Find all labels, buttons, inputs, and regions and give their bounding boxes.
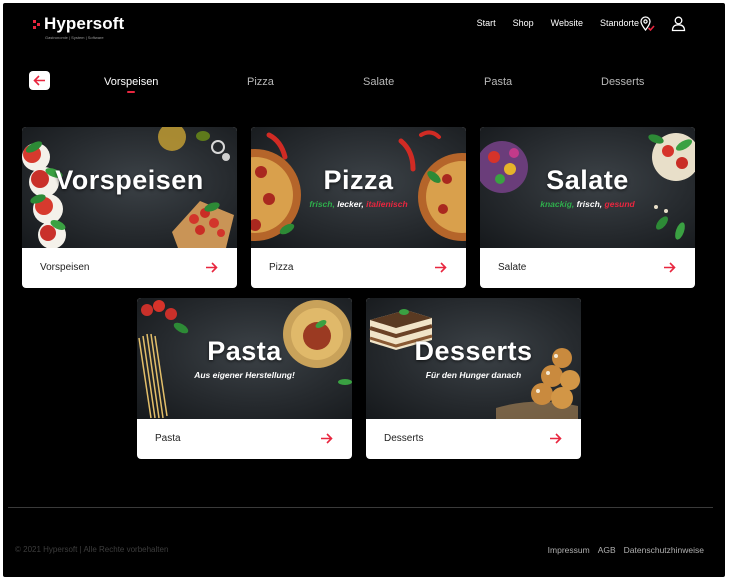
- card-image-title: Desserts: [414, 336, 533, 366]
- card-footer: Desserts: [366, 419, 581, 459]
- nav-shop[interactable]: Shop: [513, 18, 534, 28]
- card-label-desserts: Desserts: [384, 433, 424, 444]
- tab-salate[interactable]: Salate: [363, 76, 394, 88]
- category-card-desserts[interactable]: Desserts Für den Hunger danach Desserts: [366, 298, 581, 459]
- nav-start[interactable]: Start: [477, 18, 496, 28]
- tab-pizza[interactable]: Pizza: [247, 76, 274, 88]
- card-label-pizza: Pizza: [269, 262, 294, 273]
- footer-link-impressum[interactable]: Impressum: [548, 545, 590, 555]
- arrow-right-icon: [664, 262, 676, 273]
- footer-links: Impressum AGB Datenschutzhinweise: [548, 545, 704, 555]
- card-label-pasta: Pasta: [155, 433, 181, 444]
- card-image-title: Salate: [546, 165, 629, 195]
- brand-tagline: Gastronomie | System | Software: [45, 35, 104, 40]
- category-card-pasta[interactable]: Pasta Aus eigener Herstellung! Pasta: [137, 298, 352, 459]
- nav-standorte[interactable]: Standorte: [600, 18, 639, 28]
- card-image-vorspeisen: Vorspeisen: [22, 127, 237, 248]
- tab-vorspeisen[interactable]: Vorspeisen: [104, 76, 158, 88]
- footer-divider: [8, 507, 713, 508]
- card-footer: Pizza: [251, 248, 466, 288]
- card-image-salate: Salate knackig, frisch, gesund: [480, 127, 695, 248]
- card-footer: Vorspeisen: [22, 248, 237, 288]
- card-footer: Salate: [480, 248, 695, 288]
- footer-link-datenschutz[interactable]: Datenschutzhinweise: [624, 545, 704, 555]
- back-button[interactable]: [29, 71, 50, 90]
- location-pin-icon[interactable]: [638, 15, 655, 32]
- app-frame: Hypersoft Gastronomie | System | Softwar…: [3, 3, 725, 577]
- top-navigation: Start Shop Website Standorte: [477, 18, 639, 28]
- logo-mark-icon: [33, 20, 41, 29]
- card-image-title: Pizza: [323, 165, 394, 195]
- card-label-vorspeisen: Vorspeisen: [40, 262, 90, 273]
- category-card-salate[interactable]: Salate knackig, frisch, gesund Salate: [480, 127, 695, 288]
- card-footer: Pasta: [137, 419, 352, 459]
- arrow-right-icon: [550, 433, 562, 444]
- card-image-desserts: Desserts Für den Hunger danach: [366, 298, 581, 419]
- card-image-title: Pasta: [207, 336, 282, 366]
- card-image-subtitle: frisch, lecker, italienisch: [309, 199, 408, 209]
- copyright-text: © 2021 Hypersoft | Alle Rechte vorbehalt…: [15, 545, 169, 554]
- card-image-title: Vorspeisen: [55, 165, 204, 195]
- user-icon[interactable]: [670, 15, 687, 32]
- footer-link-agb[interactable]: AGB: [598, 545, 616, 555]
- tab-pasta[interactable]: Pasta: [484, 76, 512, 88]
- brand-name: Hypersoft: [44, 14, 125, 33]
- category-card-pizza[interactable]: Pizza frisch, lecker, italienisch Pizza: [251, 127, 466, 288]
- arrow-right-icon: [321, 433, 333, 444]
- arrow-left-icon: [33, 75, 45, 86]
- arrow-right-icon: [435, 262, 447, 273]
- nav-website[interactable]: Website: [551, 18, 583, 28]
- card-label-salate: Salate: [498, 262, 527, 273]
- tab-desserts[interactable]: Desserts: [601, 76, 644, 88]
- active-tab-indicator: [127, 91, 135, 93]
- category-card-vorspeisen[interactable]: Vorspeisen Vorspeisen: [22, 127, 237, 288]
- card-image-pasta: Pasta Aus eigener Herstellung!: [137, 298, 352, 419]
- card-image-subtitle: Für den Hunger danach: [425, 370, 522, 380]
- arrow-right-icon: [206, 262, 218, 273]
- card-image-subtitle: Aus eigener Herstellung!: [194, 370, 295, 380]
- card-image-pizza: Pizza frisch, lecker, italienisch: [251, 127, 466, 248]
- card-image-subtitle: knackig, frisch, gesund: [540, 199, 635, 209]
